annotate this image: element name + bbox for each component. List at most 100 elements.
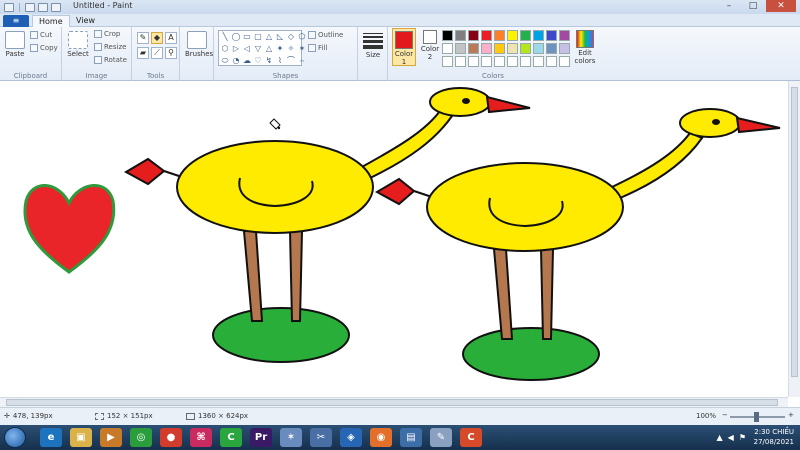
minimize-button[interactable]: –: [718, 0, 740, 12]
clock[interactable]: 2:30 CHIỀU 27/08/2021: [754, 427, 794, 447]
shape-option[interactable]: ▭: [242, 32, 252, 43]
shape-option[interactable]: ▷: [231, 44, 241, 55]
color2-button[interactable]: Color 2: [418, 28, 442, 61]
color-palette[interactable]: [442, 30, 570, 67]
shape-option[interactable]: ✶: [297, 44, 307, 55]
horizontal-scroll-thumb[interactable]: [6, 399, 778, 406]
pencil-icon[interactable]: ✎: [137, 32, 149, 44]
outline-button[interactable]: Outline: [308, 31, 343, 39]
zoom-in-icon[interactable]: +: [788, 411, 794, 419]
palette-swatch[interactable]: [507, 43, 518, 54]
palette-swatch[interactable]: [468, 43, 479, 54]
palette-swatch[interactable]: [494, 30, 505, 41]
palette-swatch[interactable]: [481, 30, 492, 41]
shape-option[interactable]: ⬭: [220, 56, 230, 67]
vertical-scrollbar[interactable]: [788, 81, 800, 397]
palette-swatch[interactable]: [559, 56, 570, 67]
taskbar-app-icon[interactable]: ◉: [370, 428, 392, 447]
palette-swatch[interactable]: [546, 30, 557, 41]
taskbar-app-icon[interactable]: C: [460, 428, 482, 447]
palette-swatch[interactable]: [533, 56, 544, 67]
shape-option[interactable]: ◁: [242, 44, 252, 55]
shape-option[interactable]: ◇: [286, 32, 296, 43]
volume-icon[interactable]: ◀: [728, 433, 734, 442]
horizontal-scrollbar[interactable]: [0, 397, 788, 407]
drawing-canvas[interactable]: [0, 81, 788, 397]
fill-bucket-icon[interactable]: ◆: [151, 32, 163, 44]
color-picker-icon[interactable]: ⟋: [151, 47, 163, 59]
size-button[interactable]: Size: [361, 31, 385, 59]
shape-option[interactable]: ♡: [253, 56, 263, 67]
taskbar-app-icon[interactable]: Pr: [250, 428, 272, 447]
save-icon[interactable]: [25, 2, 35, 12]
zoom-slider-knob[interactable]: [754, 412, 759, 422]
close-button[interactable]: ✕: [766, 0, 796, 12]
shape-option[interactable]: ⌢: [297, 56, 307, 67]
shape-option[interactable]: ▢: [253, 32, 263, 43]
select-button[interactable]: Select: [66, 31, 90, 58]
shapes-gallery[interactable]: ╲ ◯ ▭ ▢ △ ◺ ◇ ⬠ ⬡ ▷ ◁ ▽ △ ✦ ✧ ✶ ⬭ ◔ ☁ ♡ ↯ ⌇ ⌒ ⌢: [218, 30, 305, 67]
shape-option[interactable]: ⬡: [220, 44, 230, 55]
palette-swatch[interactable]: [533, 43, 544, 54]
shape-option[interactable]: ╲: [220, 32, 230, 43]
palette-swatch[interactable]: [520, 56, 531, 67]
taskbar-app-icon[interactable]: ◎: [130, 428, 152, 447]
palette-swatch[interactable]: [481, 56, 492, 67]
resize-button[interactable]: Resize: [94, 43, 126, 51]
taskbar-app-icon[interactable]: ●: [160, 428, 182, 447]
palette-swatch[interactable]: [494, 43, 505, 54]
paste-button[interactable]: Paste: [4, 31, 26, 58]
shape-option[interactable]: ✧: [286, 44, 296, 55]
shape-option[interactable]: △: [264, 32, 274, 43]
palette-swatch[interactable]: [455, 43, 466, 54]
palette-swatch[interactable]: [507, 30, 518, 41]
palette-swatch[interactable]: [520, 43, 531, 54]
palette-swatch[interactable]: [455, 30, 466, 41]
shape-option[interactable]: ⬠: [297, 32, 307, 43]
palette-swatch[interactable]: [442, 56, 453, 67]
edit-colors-button[interactable]: Edit colors: [572, 28, 598, 65]
shape-option[interactable]: ☁: [242, 56, 252, 67]
vertical-scroll-thumb[interactable]: [791, 87, 798, 377]
eraser-icon[interactable]: ▰: [137, 47, 149, 59]
taskbar-app-icon[interactable]: ⌘: [190, 428, 212, 447]
flag-icon[interactable]: ⚑: [739, 433, 746, 442]
redo-icon[interactable]: [51, 2, 61, 12]
taskbar-app-icon[interactable]: ✂: [310, 428, 332, 447]
taskbar-app-icon[interactable]: ▣: [70, 428, 92, 447]
magnifier-icon[interactable]: ⚲: [165, 47, 177, 59]
taskbar-app-icon[interactable]: ◈: [340, 428, 362, 447]
palette-swatch[interactable]: [546, 43, 557, 54]
palette-swatch[interactable]: [507, 56, 518, 67]
taskbar-app-icon[interactable]: ▶: [100, 428, 122, 447]
tab-view[interactable]: View: [70, 15, 101, 27]
shape-option[interactable]: ⌒: [286, 56, 296, 67]
palette-swatch[interactable]: [468, 56, 479, 67]
palette-swatch[interactable]: [546, 56, 557, 67]
taskbar-app-icon[interactable]: ✶: [280, 428, 302, 447]
palette-swatch[interactable]: [442, 30, 453, 41]
tab-home[interactable]: Home: [32, 15, 70, 27]
cut-button[interactable]: Cut: [30, 31, 52, 39]
palette-swatch[interactable]: [533, 30, 544, 41]
palette-swatch[interactable]: [520, 30, 531, 41]
maximize-button[interactable]: □: [742, 0, 764, 12]
zoom-slider[interactable]: [730, 412, 785, 422]
shape-option[interactable]: ▽: [253, 44, 263, 55]
taskbar-app-icon[interactable]: ▤: [400, 428, 422, 447]
start-button[interactable]: [4, 427, 26, 448]
brushes-button[interactable]: Brushes: [185, 31, 213, 58]
shape-option[interactable]: ◺: [275, 32, 285, 43]
color1-button[interactable]: Color 1: [392, 28, 416, 66]
copy-button[interactable]: Copy: [30, 44, 58, 52]
palette-swatch[interactable]: [559, 30, 570, 41]
text-tool-icon[interactable]: A: [165, 32, 177, 44]
zoom-out-icon[interactable]: −: [722, 411, 728, 419]
shape-option[interactable]: △: [264, 44, 274, 55]
taskbar-app-icon[interactable]: C: [220, 428, 242, 447]
taskbar-app-icon[interactable]: e: [40, 428, 62, 447]
palette-swatch[interactable]: [559, 43, 570, 54]
shape-option[interactable]: ◔: [231, 56, 241, 67]
network-icon[interactable]: ▲: [717, 433, 723, 442]
crop-button[interactable]: Crop: [94, 30, 120, 38]
